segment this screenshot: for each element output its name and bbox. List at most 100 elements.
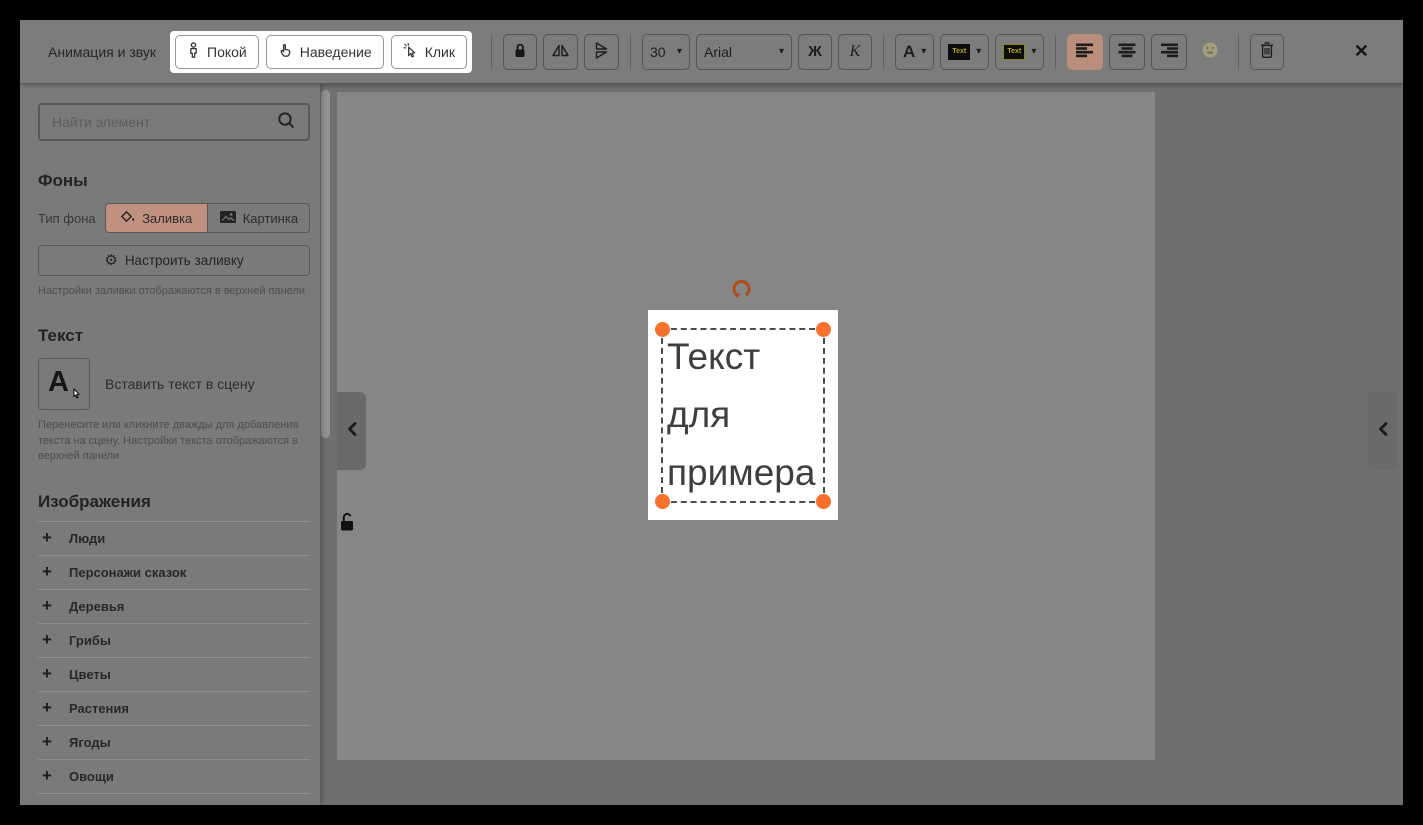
- backgrounds-heading: Фоны: [38, 171, 310, 191]
- text-heading: Текст: [38, 326, 310, 346]
- search-input[interactable]: [52, 114, 276, 130]
- close-icon[interactable]: ✕: [1346, 37, 1377, 66]
- chevron-down-icon: ▾: [1031, 46, 1036, 57]
- chevron-left-icon: [346, 420, 358, 443]
- align-left-icon: [1075, 42, 1095, 61]
- background-type-row: Тип фона Заливка Картинка: [38, 203, 310, 233]
- image-category-label: Грибы: [69, 633, 111, 648]
- state-idle-button[interactable]: Покой: [175, 35, 259, 69]
- toolbar-separator: [883, 35, 884, 69]
- font-family-select[interactable]: Arial ▾: [696, 34, 792, 70]
- text-background-color-dropdown[interactable]: Text ▾: [940, 34, 989, 70]
- plus-icon: +: [40, 528, 54, 548]
- panel-title: Анимация и звук: [48, 44, 156, 60]
- resize-handle-bottomleft[interactable]: [655, 494, 670, 509]
- text-color-icon: A: [903, 42, 915, 62]
- image-category-label: Овощи: [69, 769, 114, 784]
- align-center-button[interactable]: [1109, 34, 1145, 70]
- editor-canvas[interactable]: Текстдляпримера: [320, 83, 1403, 805]
- delete-button[interactable]: [1250, 34, 1284, 70]
- chevron-left-icon: [1377, 420, 1389, 443]
- plus-icon: +: [40, 766, 54, 786]
- text-border-color-dropdown[interactable]: Text ▾: [995, 34, 1044, 70]
- collapse-rightpanel-tab[interactable]: [1368, 392, 1397, 470]
- person-icon: [187, 42, 200, 61]
- image-category-row[interactable]: + Люди: [38, 522, 310, 556]
- align-center-icon: [1117, 42, 1137, 61]
- text-background-swatch: Text: [948, 44, 970, 60]
- flip-vertical-icon: [592, 43, 611, 61]
- state-hover-button[interactable]: Наведение: [266, 35, 384, 69]
- image-category-label: Ягоды: [69, 735, 111, 750]
- image-category-row[interactable]: + Овощи: [38, 760, 310, 794]
- insert-text-label: Вставить текст в сцену: [105, 376, 255, 392]
- click-cursor-icon: [403, 42, 418, 61]
- picture-icon: [219, 210, 237, 227]
- flip-vertical-button[interactable]: [584, 34, 619, 70]
- state-button-group: Покой Наведение Клик: [170, 31, 472, 73]
- image-category-row[interactable]: + Ягоды: [38, 726, 310, 760]
- image-category-label: Люди: [69, 531, 105, 546]
- text-border-swatch: Text: [1003, 44, 1025, 60]
- plus-icon: +: [40, 596, 54, 616]
- plus-icon: +: [40, 630, 54, 650]
- collapse-sidebar-tab[interactable]: [337, 392, 366, 470]
- italic-button[interactable]: K: [838, 34, 872, 70]
- sidebar-scrollbar-thumb[interactable]: [321, 90, 330, 438]
- element-search[interactable]: [38, 103, 310, 141]
- flip-horizontal-icon: [551, 43, 570, 61]
- image-category-row[interactable]: + Деревья: [38, 590, 310, 624]
- image-category-row[interactable]: + Цветы: [38, 658, 310, 692]
- smiley-icon: [1201, 41, 1219, 62]
- drag-cursor-icon: [69, 386, 82, 403]
- image-category-label: Деревья: [69, 599, 124, 614]
- image-category-label: Цветы: [69, 667, 111, 682]
- image-category-row[interactable]: + Грибы: [38, 624, 310, 658]
- toolbar-separator: [491, 35, 492, 69]
- paint-bucket-icon: [120, 210, 136, 227]
- selected-text-element[interactable]: Текстдляпримера: [648, 310, 838, 520]
- top-toolbar: Анимация и звук Покой Наведение Клик: [20, 20, 1403, 83]
- unlock-icon[interactable]: [338, 511, 357, 537]
- plus-icon: +: [40, 664, 54, 684]
- insert-text-row: A Вставить текст в сцену: [38, 358, 310, 410]
- state-click-button[interactable]: Клик: [391, 35, 467, 69]
- insert-text-button[interactable]: A: [38, 358, 90, 410]
- image-category-row[interactable]: + Персонажи сказок: [38, 556, 310, 590]
- align-left-button[interactable]: [1067, 34, 1103, 70]
- plus-icon: +: [40, 800, 54, 805]
- emoji-button[interactable]: [1193, 34, 1227, 70]
- bold-button[interactable]: Ж: [798, 34, 832, 70]
- editor-window: Анимация и звук Покой Наведение Клик: [20, 20, 1403, 805]
- selection-box[interactable]: Текстдляпримера: [661, 328, 825, 503]
- chevron-down-icon: ▾: [921, 46, 926, 57]
- rotate-handle-icon[interactable]: [730, 278, 753, 306]
- background-type-toggle: Заливка Картинка: [105, 203, 310, 233]
- image-category-label: Растения: [69, 701, 129, 716]
- lock-button[interactable]: [503, 34, 537, 70]
- scene-text[interactable]: Текстдляпримера: [667, 328, 815, 502]
- text-hint: Перенесите или кликните дважды для добав…: [38, 418, 310, 464]
- align-right-button[interactable]: [1151, 34, 1187, 70]
- image-category-label: Фрукты: [69, 803, 119, 805]
- image-category-row[interactable]: + Фрукты: [38, 794, 310, 805]
- plus-icon: +: [40, 698, 54, 718]
- flip-horizontal-button[interactable]: [543, 34, 578, 70]
- image-toggle-button[interactable]: Картинка: [207, 203, 310, 233]
- image-category-row[interactable]: + Растения: [38, 692, 310, 726]
- resize-handle-topright[interactable]: [816, 322, 831, 337]
- toolbar-separator: [1055, 35, 1056, 69]
- text-color-dropdown[interactable]: A ▾: [895, 34, 934, 70]
- fill-toggle-button[interactable]: Заливка: [105, 203, 207, 233]
- font-size-select[interactable]: 30 ▾: [642, 34, 690, 70]
- fill-hint-text: Настройки заливки отображаются в верхней…: [38, 284, 310, 299]
- resize-handle-bottomright[interactable]: [816, 494, 831, 509]
- gear-icon: ⚙: [104, 253, 117, 268]
- resize-handle-topleft[interactable]: [655, 322, 670, 337]
- scene-text-line: примера: [667, 444, 815, 502]
- configure-fill-button[interactable]: ⚙ Настроить заливку: [38, 245, 310, 276]
- lock-icon: [512, 42, 528, 62]
- plus-icon: +: [40, 562, 54, 582]
- chevron-down-icon: ▾: [677, 46, 682, 57]
- plus-icon: +: [40, 732, 54, 752]
